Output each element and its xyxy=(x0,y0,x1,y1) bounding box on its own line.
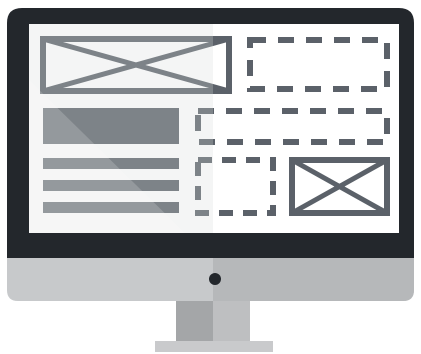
monitor-chin-shade xyxy=(213,258,414,301)
desktop-monitor-icon xyxy=(7,8,414,352)
monitor-stand xyxy=(155,301,273,352)
stand-neck-shade xyxy=(213,301,250,343)
stand-base xyxy=(155,341,273,352)
monitor-screen xyxy=(29,24,399,233)
camera-dot xyxy=(209,273,221,285)
monitor-wireframe-illustration xyxy=(0,0,421,354)
